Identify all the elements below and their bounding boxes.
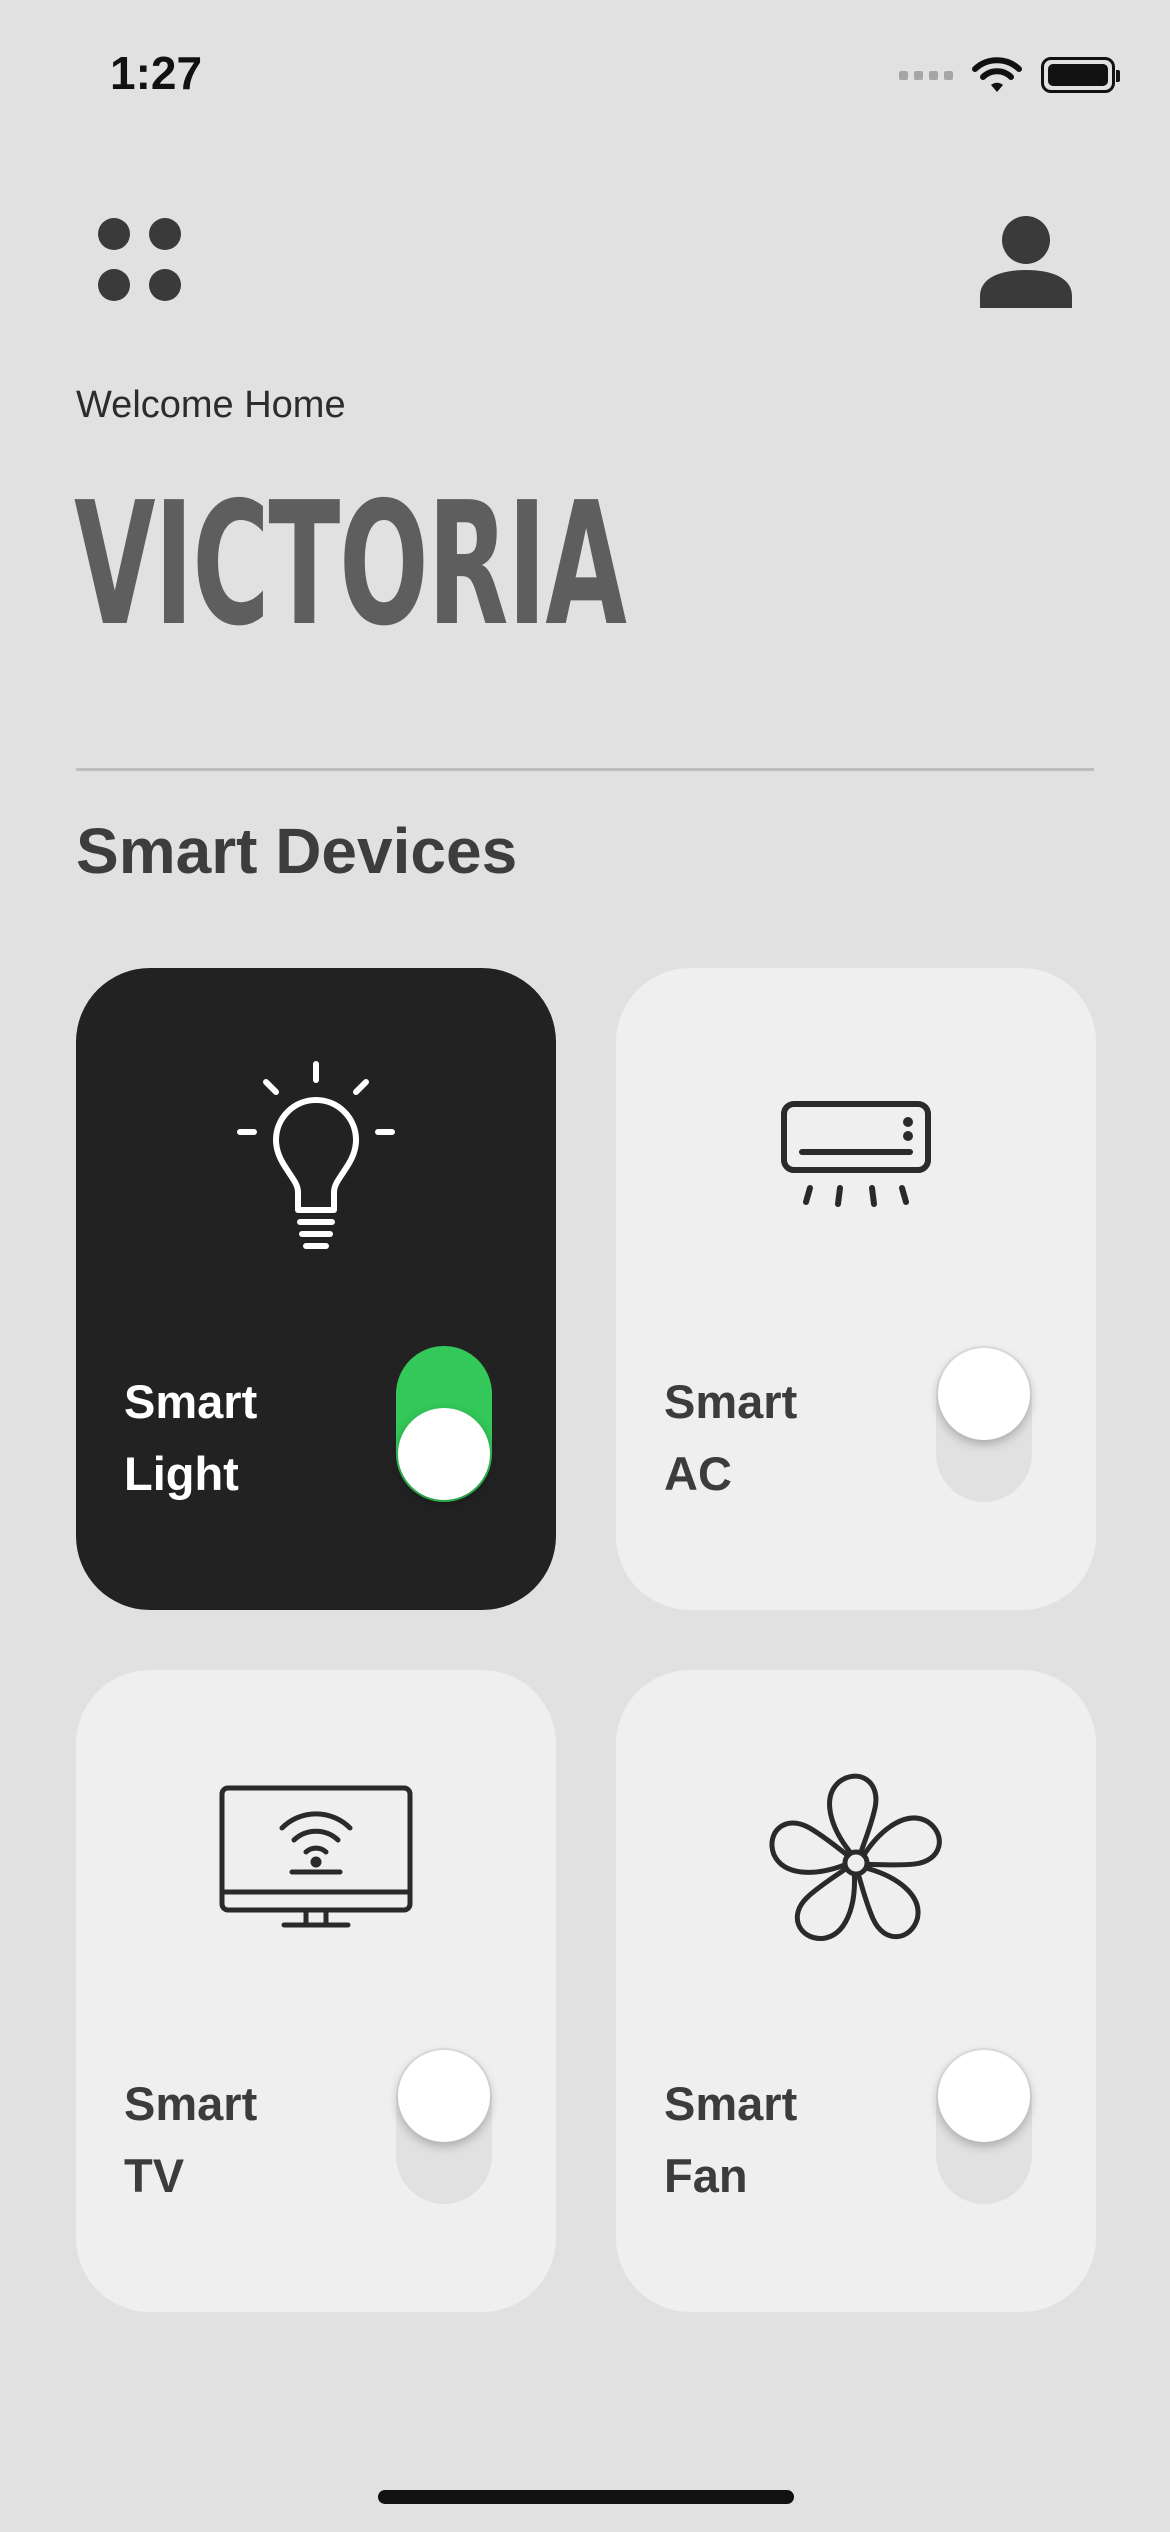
home-indicator[interactable]: [378, 2490, 794, 2504]
device-toggle[interactable]: [396, 2048, 492, 2204]
device-toggle[interactable]: [936, 2048, 1032, 2204]
device-label: Smart AC: [664, 1375, 798, 1500]
grid-dots-icon[interactable]: [98, 218, 186, 306]
status-time: 1:27: [110, 47, 203, 99]
lightbulb-icon: [237, 1061, 395, 1249]
wifi-icon: [972, 57, 1022, 92]
section-title: Smart Devices: [76, 815, 518, 887]
user-name-title: VICTORIA: [74, 466, 627, 664]
user-icon[interactable]: [978, 214, 1074, 308]
air-conditioner-icon: [781, 1101, 931, 1207]
device-toggle[interactable]: [396, 1346, 492, 1502]
device-card-smart-ac[interactable]: Smart AC: [616, 968, 1096, 1610]
cellular-signal-icon: [899, 70, 953, 80]
status-indicators: [899, 50, 1120, 100]
device-toggle[interactable]: [936, 1346, 1032, 1502]
divider: [76, 768, 1094, 771]
device-card-smart-light[interactable]: Smart Light: [76, 968, 556, 1610]
welcome-text: Welcome Home: [76, 384, 346, 426]
device-label: Smart Fan: [664, 2077, 798, 2202]
status-bar: 1:27: [0, 0, 1170, 150]
smart-tv-icon: [219, 1785, 413, 1928]
device-card-smart-fan[interactable]: Smart Fan: [616, 1670, 1096, 2312]
toggle-knob: [398, 1408, 490, 1500]
battery-icon: [1041, 57, 1120, 93]
toggle-knob: [398, 2050, 490, 2142]
device-label: Smart TV: [124, 2077, 258, 2202]
toggle-knob: [938, 2050, 1030, 2142]
toggle-knob: [938, 1348, 1030, 1440]
device-label: Smart Light: [124, 1375, 258, 1500]
fan-icon: [761, 1773, 951, 1958]
device-card-smart-tv[interactable]: Smart TV: [76, 1670, 556, 2312]
